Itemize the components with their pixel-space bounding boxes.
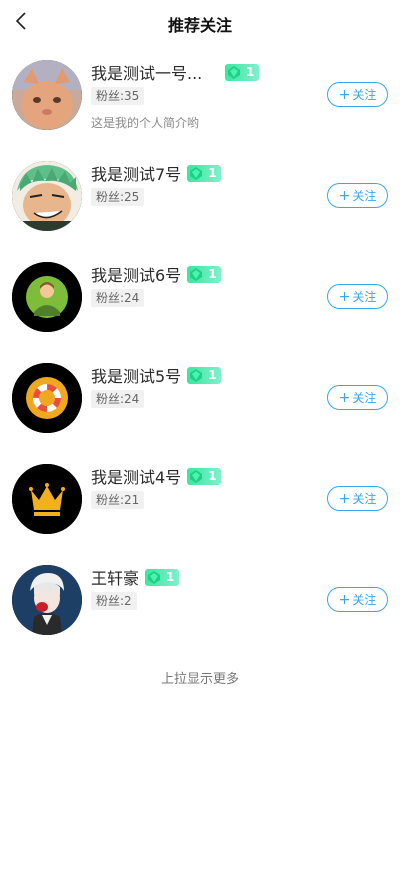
plus-icon: + (338, 187, 351, 204)
fans-count: 粉丝:25 (91, 188, 145, 206)
follow-button[interactable]: + 关注 (327, 385, 388, 410)
fans-count: 粉丝:2 (91, 592, 137, 610)
plus-icon: + (338, 389, 351, 406)
gem-icon (148, 570, 161, 584)
plus-icon: + (338, 591, 351, 608)
header: 推荐关注 (0, 0, 400, 44)
avatar-person-icon[interactable] (12, 262, 82, 332)
fans-count: 粉丝:24 (91, 390, 145, 408)
level-badge: 1 (187, 265, 222, 283)
list-item[interactable]: 我是测试4号 1 粉丝:21 + 关注 (0, 448, 400, 549)
fans-count: 粉丝:21 (91, 491, 145, 509)
user-name[interactable]: 我是测试4号 (91, 464, 181, 488)
avatar-anime-character[interactable] (12, 565, 82, 635)
plus-icon: + (338, 288, 351, 305)
avatar-cat[interactable] (12, 60, 82, 130)
avatar-lifebuoy[interactable] (12, 363, 82, 433)
user-name[interactable]: 我是测试7号 (91, 161, 181, 185)
fans-count: 粉丝:35 (91, 87, 145, 105)
plus-icon: + (338, 490, 351, 507)
level-badge: 1 (225, 63, 259, 81)
follow-button[interactable]: + 关注 (327, 82, 388, 107)
user-name[interactable]: 我是测试5号 (91, 363, 181, 387)
recommend-user-list: 我是测试一号... 1 粉丝:35 这是我的个人简介哟 + 关注 我是测试7号 … (0, 44, 400, 650)
list-item[interactable]: 我是测试7号 1 粉丝:25 + 关注 (0, 145, 400, 246)
plus-icon: + (338, 86, 351, 103)
follow-button[interactable]: + 关注 (327, 183, 388, 208)
gem-icon (190, 166, 203, 180)
list-item[interactable]: 我是测试一号... 1 粉丝:35 这是我的个人简介哟 + 关注 (0, 44, 400, 145)
follow-button[interactable]: + 关注 (327, 587, 388, 612)
list-item[interactable]: 我是测试5号 1 粉丝:24 + 关注 (0, 347, 400, 448)
level-badge: 1 (187, 164, 222, 182)
gem-icon (228, 65, 240, 79)
user-intro: 这是我的个人简介哟 (91, 116, 200, 130)
gem-icon (190, 267, 203, 281)
user-name[interactable]: 我是测试6号 (91, 262, 181, 286)
avatar-crown[interactable] (12, 464, 82, 534)
level-badge: 1 (145, 568, 180, 586)
gem-icon (190, 368, 203, 382)
level-badge: 1 (187, 467, 222, 485)
list-item[interactable]: 王轩豪 1 粉丝:2 + 关注 (0, 549, 400, 650)
user-name[interactable]: 王轩豪 (91, 565, 139, 589)
load-more-hint: 上拉显示更多 (160, 672, 239, 687)
list-item[interactable]: 我是测试6号 1 粉丝:24 + 关注 (0, 246, 400, 347)
level-badge: 1 (187, 366, 222, 384)
page-title: 推荐关注 (167, 16, 232, 35)
fans-count: 粉丝:24 (91, 289, 145, 307)
follow-button[interactable]: + 关注 (327, 486, 388, 511)
gem-icon (190, 469, 203, 483)
follow-button[interactable]: + 关注 (327, 284, 388, 309)
user-name[interactable]: 我是测试一号... (91, 60, 211, 84)
avatar-anime-swordsman[interactable] (12, 161, 82, 231)
